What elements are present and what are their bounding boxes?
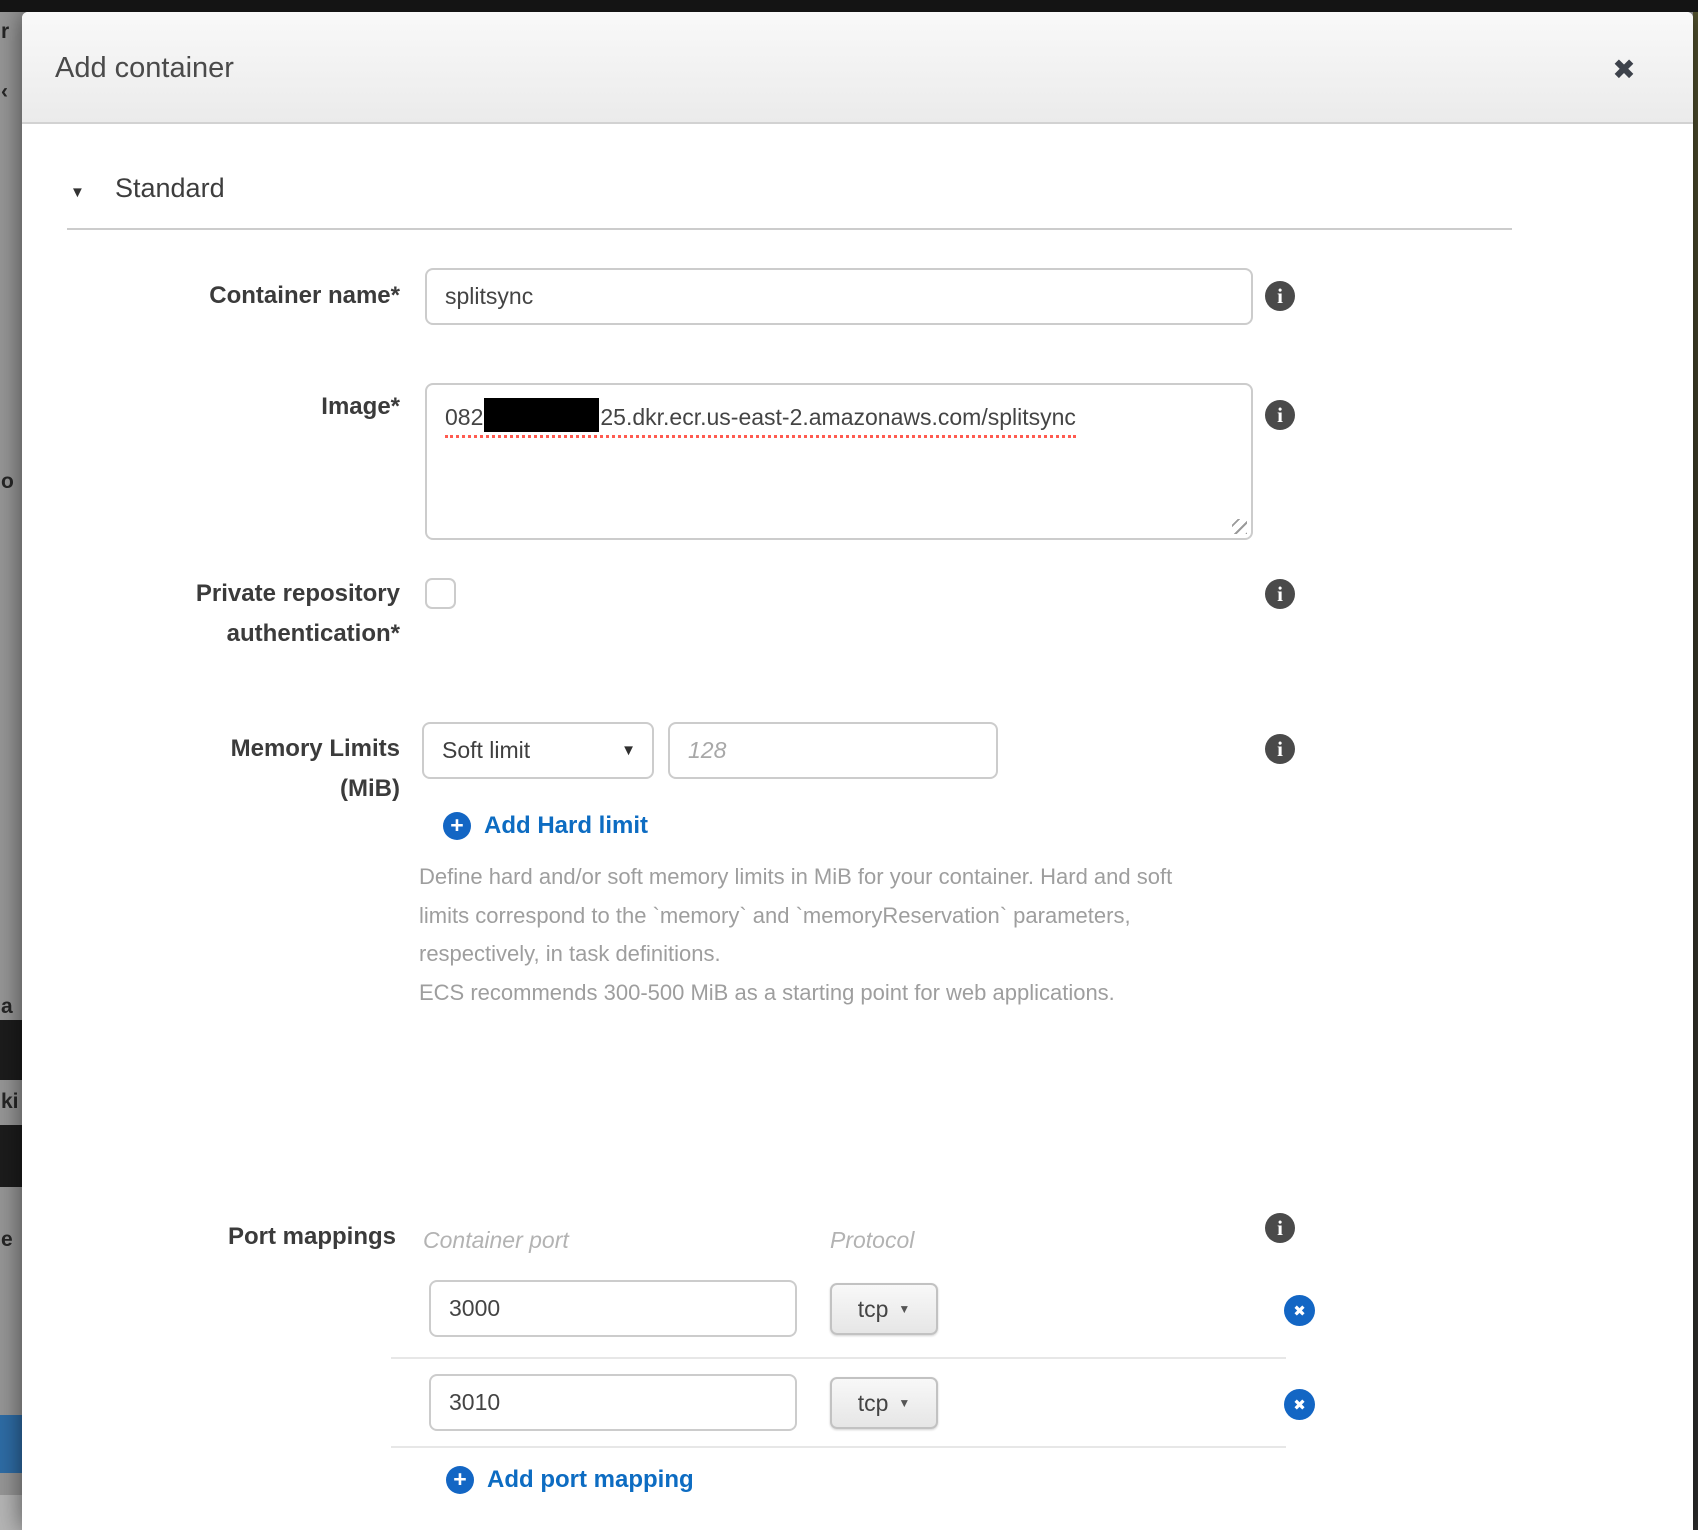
add-hard-limit-label: Add Hard limit [484,812,648,840]
chevron-down-icon: ▼ [898,1302,910,1316]
backdrop-text-fragment: o [1,470,14,494]
private-repo-label-line2: authentication* [22,620,400,648]
port-row-divider [391,1357,1286,1359]
private-repo-checkbox[interactable] [425,578,456,609]
memory-limits-label-line1: Memory Limits [22,735,400,763]
browser-top-bar [0,0,1698,12]
container-port-column-header: Container port [423,1227,569,1254]
backdrop-button-fragment [0,1415,22,1473]
backdrop-right-edge [1693,12,1698,1530]
backdrop-text-fragment: ki [1,1090,19,1114]
section-collapse-caret-icon[interactable]: ▼ [70,184,85,201]
plus-circle-icon: + [443,812,471,840]
section-title-standard[interactable]: Standard [115,173,225,204]
remove-port-mapping-icon-row1[interactable]: ✖ [1284,1295,1315,1326]
dialog-header: Add container ✖ [22,12,1693,124]
image-value-prefix: 082 [445,404,483,430]
add-hard-limit-link[interactable]: + Add Hard limit [443,812,648,840]
help-line: limits correspond to the `memory` and `m… [419,897,1219,936]
textarea-resize-handle[interactable] [1232,519,1247,534]
protocol-select-row1[interactable]: tcp ▼ [830,1283,938,1335]
image-label: Image* [22,393,400,421]
backdrop-text-fragment: ‹ [1,80,8,104]
redaction-box [484,398,599,432]
chevron-down-icon: ▼ [621,742,636,759]
chevron-down-icon: ▼ [898,1396,910,1410]
port-mappings-label: Port mappings [22,1223,396,1251]
memory-limit-type-value: Soft limit [442,737,530,764]
backdrop-image-fragment [0,1495,22,1530]
dialog-title: Add container [55,12,234,124]
plus-circle-icon: + [446,1466,474,1494]
help-line: ECS recommends 300-500 MiB as a starting… [419,974,1219,1013]
backdrop-image-fragment [0,1020,22,1080]
port-row-divider [391,1446,1286,1448]
container-port-input-row1[interactable] [429,1280,797,1337]
add-container-dialog: Add container ✖ ▼ Standard Container nam… [22,12,1693,1530]
info-icon[interactable]: i [1265,400,1295,430]
container-name-input[interactable] [425,268,1253,325]
backdrop-text-fragment: a [1,995,13,1019]
container-port-input-row2[interactable] [429,1374,797,1431]
memory-limits-help-text: Define hard and/or soft memory limits in… [419,858,1219,1012]
backdrop-image-fragment [0,1125,22,1187]
backdrop-text-fragment: e [1,1228,13,1252]
info-icon[interactable]: i [1265,579,1295,609]
info-icon[interactable]: i [1265,1213,1295,1243]
help-line: respectively, in task definitions. [419,935,1219,974]
image-value: 082 25.dkr.ecr.us-east-2.amazonaws.com/sp… [445,404,1076,438]
image-textarea[interactable]: 082 25.dkr.ecr.us-east-2.amazonaws.com/sp… [425,383,1253,540]
backdrop-text-fragment: r [1,20,9,44]
protocol-value-row2: tcp [858,1390,889,1417]
memory-limits-label-line2: (MiB) [22,775,400,803]
info-icon[interactable]: i [1265,734,1295,764]
protocol-column-header: Protocol [830,1227,914,1254]
protocol-select-row2[interactable]: tcp ▼ [830,1377,938,1429]
add-port-mapping-label: Add port mapping [487,1466,694,1494]
image-value-suffix: 25.dkr.ecr.us-east-2.amazonaws.com/split… [600,404,1076,430]
help-line: Define hard and/or soft memory limits in… [419,858,1219,897]
close-icon[interactable]: ✖ [1605,52,1643,88]
screen: r ‹ o a ki e e Add container ✖ ▼ Standar… [0,0,1698,1530]
memory-limit-type-select[interactable]: Soft limit ▼ [422,722,654,779]
info-icon[interactable]: i [1265,281,1295,311]
remove-port-mapping-icon-row2[interactable]: ✖ [1284,1389,1315,1420]
container-name-label: Container name* [22,282,400,310]
add-port-mapping-link[interactable]: + Add port mapping [446,1466,694,1494]
private-repo-label-line1: Private repository [22,580,400,608]
protocol-value-row1: tcp [858,1296,889,1323]
section-divider [67,228,1512,230]
memory-limit-value-input[interactable] [668,722,998,779]
